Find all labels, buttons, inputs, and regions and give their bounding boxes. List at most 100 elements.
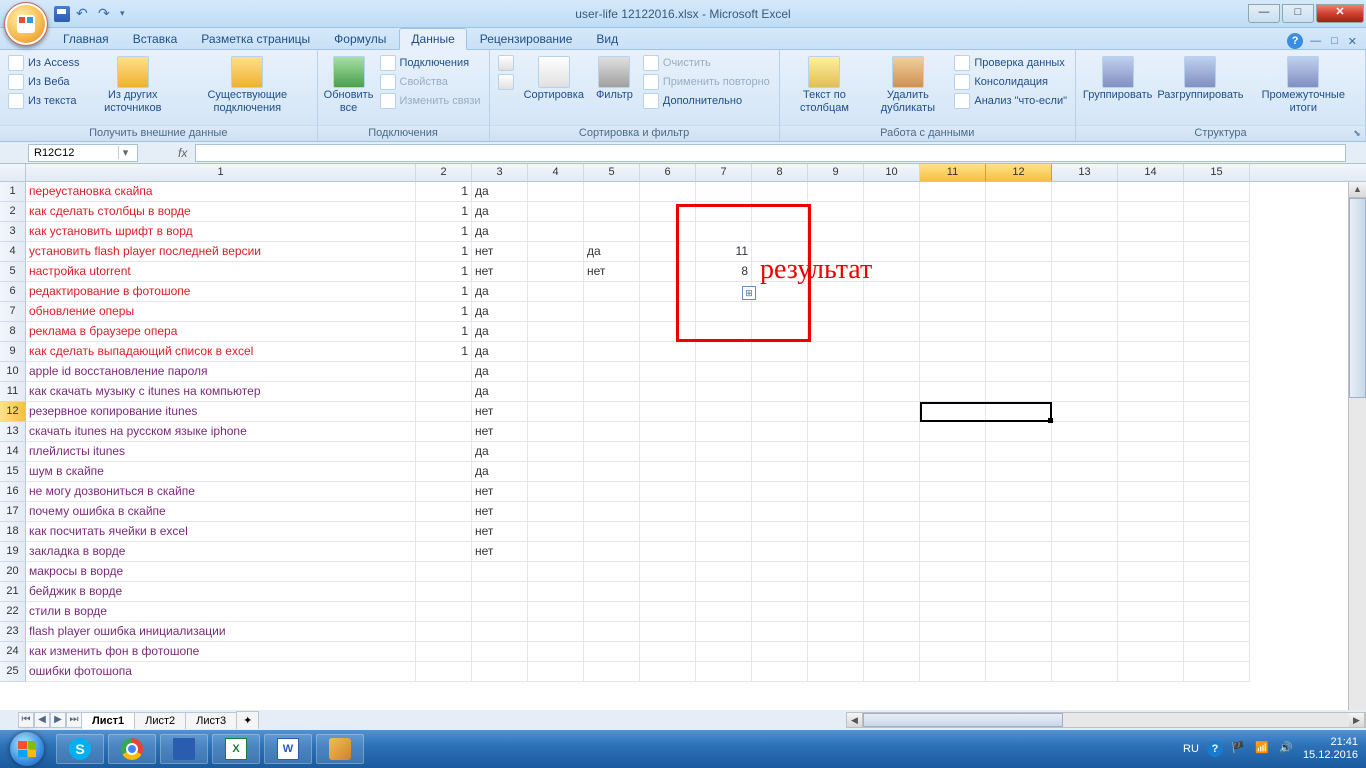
sheet-nav-first-icon[interactable]: ⏮ bbox=[18, 712, 34, 728]
taskbar-excel-icon[interactable]: X bbox=[212, 734, 260, 764]
cell[interactable] bbox=[472, 642, 528, 662]
cell[interactable] bbox=[416, 442, 472, 462]
cell[interactable] bbox=[640, 482, 696, 502]
cell[interactable] bbox=[472, 622, 528, 642]
cell[interactable] bbox=[584, 442, 640, 462]
from-other-sources-button[interactable]: Из других источников bbox=[85, 54, 180, 116]
cell[interactable] bbox=[1052, 622, 1118, 642]
cell[interactable]: редактирование в фотошопе bbox=[26, 282, 416, 302]
cell[interactable]: как сделать столбцы в ворде bbox=[26, 202, 416, 222]
cell[interactable]: flash player ошибка инициализации bbox=[26, 622, 416, 642]
cell[interactable] bbox=[864, 622, 920, 642]
row-header[interactable]: 19 bbox=[0, 542, 26, 562]
cell[interactable] bbox=[808, 302, 864, 322]
column-header[interactable]: 3 bbox=[472, 164, 528, 181]
cell[interactable] bbox=[416, 502, 472, 522]
cell[interactable] bbox=[584, 322, 640, 342]
cell[interactable]: нет bbox=[472, 262, 528, 282]
cell[interactable] bbox=[1184, 462, 1250, 482]
scroll-left-icon[interactable]: ◀ bbox=[847, 713, 863, 727]
cell[interactable] bbox=[986, 222, 1052, 242]
cell[interactable] bbox=[1184, 502, 1250, 522]
cell[interactable]: как установить шрифт в ворд bbox=[26, 222, 416, 242]
cell[interactable] bbox=[1118, 662, 1184, 682]
cell[interactable] bbox=[752, 322, 808, 342]
cell[interactable] bbox=[640, 262, 696, 282]
row-header[interactable]: 12 bbox=[0, 402, 26, 422]
cell[interactable] bbox=[640, 422, 696, 442]
cell[interactable] bbox=[864, 402, 920, 422]
column-header[interactable]: 13 bbox=[1052, 164, 1118, 181]
cell[interactable] bbox=[1184, 302, 1250, 322]
cell[interactable] bbox=[472, 562, 528, 582]
cell[interactable] bbox=[1184, 522, 1250, 542]
sort-button[interactable]: Сортировка bbox=[520, 54, 588, 104]
cell[interactable] bbox=[584, 462, 640, 482]
cell[interactable] bbox=[1118, 602, 1184, 622]
cell[interactable]: да bbox=[472, 342, 528, 362]
cell[interactable] bbox=[1184, 242, 1250, 262]
cell[interactable] bbox=[864, 362, 920, 382]
cell[interactable] bbox=[528, 302, 584, 322]
cell[interactable] bbox=[752, 202, 808, 222]
cell[interactable] bbox=[640, 502, 696, 522]
cell[interactable] bbox=[584, 382, 640, 402]
cell[interactable] bbox=[752, 222, 808, 242]
cell[interactable] bbox=[696, 622, 752, 642]
cell[interactable]: да bbox=[472, 182, 528, 202]
cell[interactable] bbox=[1052, 642, 1118, 662]
cell[interactable] bbox=[528, 282, 584, 302]
cell[interactable] bbox=[528, 522, 584, 542]
cell[interactable] bbox=[584, 222, 640, 242]
row-header[interactable]: 13 bbox=[0, 422, 26, 442]
cell[interactable] bbox=[808, 382, 864, 402]
cell[interactable] bbox=[1118, 482, 1184, 502]
cell[interactable] bbox=[986, 382, 1052, 402]
cell[interactable] bbox=[1184, 442, 1250, 462]
row-header[interactable]: 9 bbox=[0, 342, 26, 362]
cell[interactable] bbox=[528, 242, 584, 262]
cell[interactable]: установить flash player последней версии bbox=[26, 242, 416, 262]
cell[interactable] bbox=[1118, 362, 1184, 382]
row-header[interactable]: 20 bbox=[0, 562, 26, 582]
taskbar-paint-icon[interactable] bbox=[316, 734, 364, 764]
cell[interactable] bbox=[416, 602, 472, 622]
cell[interactable]: как посчитать ячейки в excel bbox=[26, 522, 416, 542]
remove-duplicates-button[interactable]: Удалить дубликаты bbox=[867, 54, 948, 116]
cell[interactable]: стили в ворде bbox=[26, 602, 416, 622]
cell[interactable] bbox=[1052, 542, 1118, 562]
cell[interactable] bbox=[1052, 422, 1118, 442]
redo-icon[interactable]: ↷ bbox=[98, 6, 114, 22]
cell[interactable] bbox=[920, 362, 986, 382]
cell[interactable] bbox=[808, 222, 864, 242]
sheet-tab-1[interactable]: Лист1 bbox=[81, 712, 135, 729]
cell[interactable] bbox=[864, 262, 920, 282]
cell[interactable] bbox=[1118, 202, 1184, 222]
cell[interactable] bbox=[920, 302, 986, 322]
cell[interactable] bbox=[864, 602, 920, 622]
cell[interactable] bbox=[416, 562, 472, 582]
cell[interactable] bbox=[640, 662, 696, 682]
cell[interactable] bbox=[986, 642, 1052, 662]
doc-close-icon[interactable]: ✕ bbox=[1345, 35, 1360, 48]
cell[interactable] bbox=[1052, 182, 1118, 202]
chevron-down-icon[interactable]: ▾ bbox=[118, 146, 132, 159]
cell[interactable] bbox=[1052, 242, 1118, 262]
cell[interactable] bbox=[1184, 582, 1250, 602]
cell[interactable]: да bbox=[472, 382, 528, 402]
cell[interactable]: 1 bbox=[416, 222, 472, 242]
cell[interactable] bbox=[528, 402, 584, 422]
cell[interactable] bbox=[864, 342, 920, 362]
cell[interactable] bbox=[986, 322, 1052, 342]
cell[interactable] bbox=[528, 342, 584, 362]
cell[interactable] bbox=[1118, 282, 1184, 302]
taskbar-word-icon[interactable]: W bbox=[264, 734, 312, 764]
cell[interactable] bbox=[696, 302, 752, 322]
row-header[interactable]: 18 bbox=[0, 522, 26, 542]
cell[interactable] bbox=[1118, 322, 1184, 342]
cell[interactable] bbox=[1052, 442, 1118, 462]
cell[interactable] bbox=[986, 482, 1052, 502]
cell[interactable] bbox=[416, 482, 472, 502]
column-header[interactable]: 4 bbox=[528, 164, 584, 181]
cell[interactable] bbox=[640, 462, 696, 482]
